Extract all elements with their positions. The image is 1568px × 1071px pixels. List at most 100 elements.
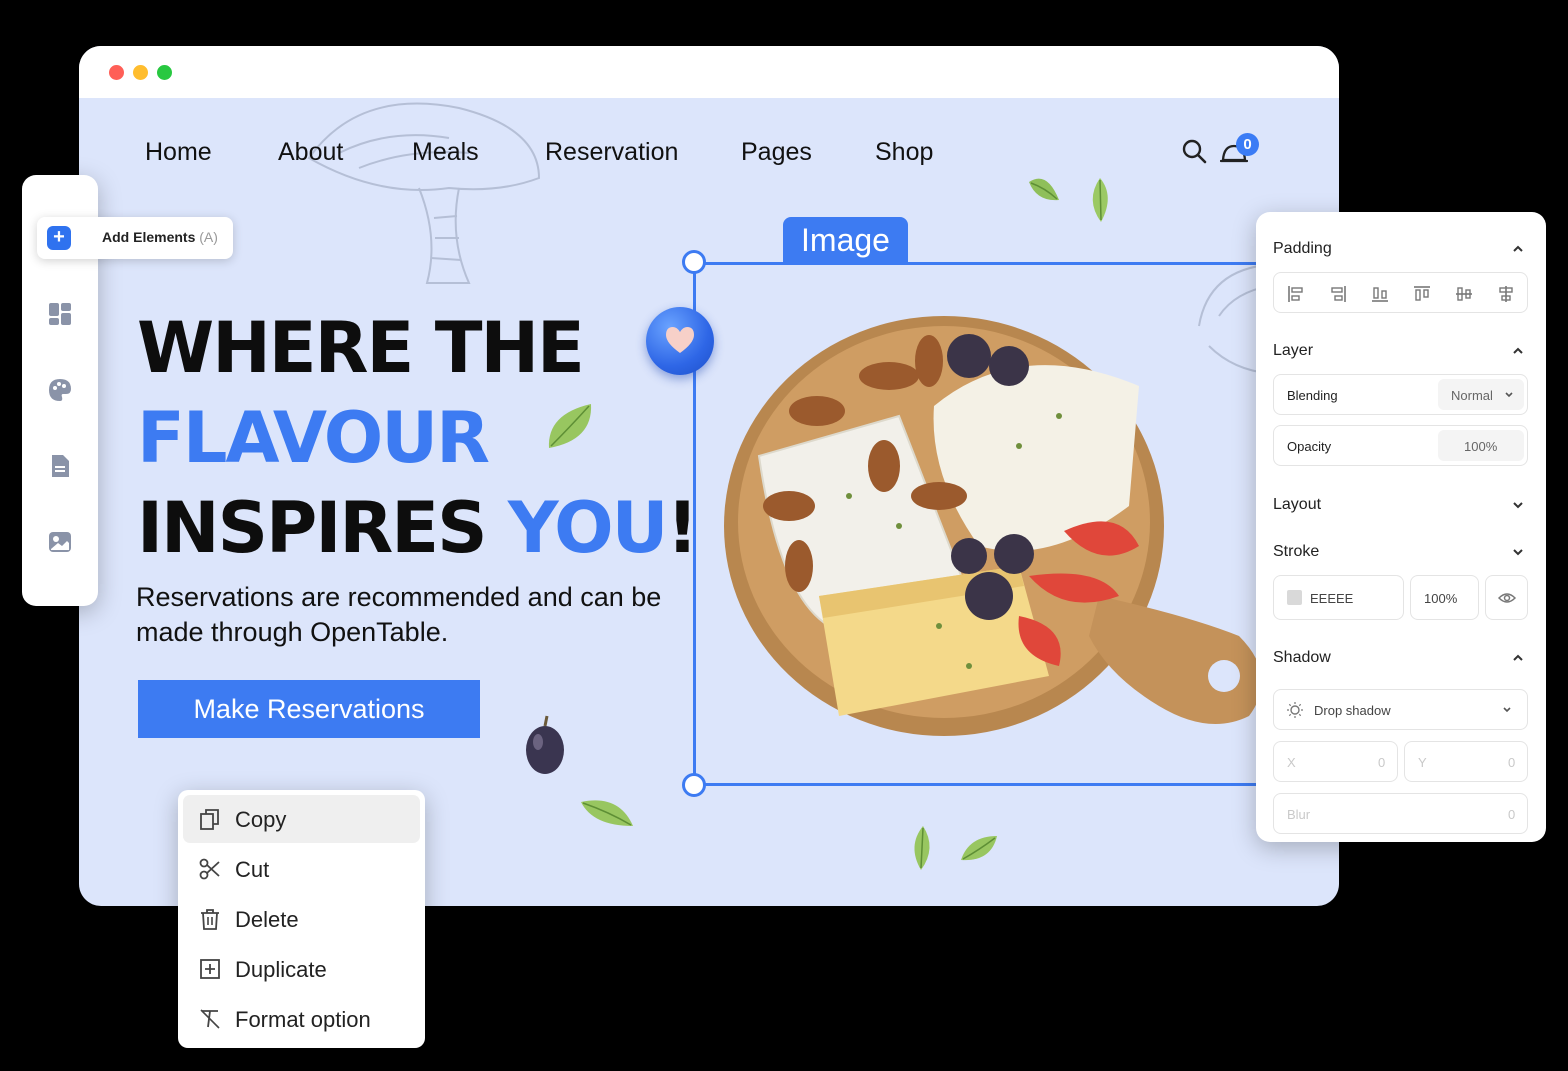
shadow-y-value: 0 xyxy=(1508,755,1516,770)
hero-heading-line-1: WHERE THE xyxy=(137,307,585,389)
blending-field[interactable]: Blending Normal xyxy=(1273,374,1528,415)
chevron-up-icon[interactable] xyxy=(1511,242,1525,256)
dashboard-icon[interactable] xyxy=(47,301,73,327)
alignment-toolbar xyxy=(1273,272,1528,313)
menu-item-delete[interactable]: Delete xyxy=(183,895,420,943)
title-bar xyxy=(79,46,1339,98)
close-window-button[interactable] xyxy=(109,65,124,80)
hero-heading-exclaim: ! xyxy=(666,487,698,569)
image-selection-frame xyxy=(693,262,1339,786)
add-elements-shortcut: (A) xyxy=(199,229,218,245)
align-right-icon[interactable] xyxy=(1329,285,1347,303)
selection-label: Image xyxy=(783,217,908,263)
search-icon[interactable] xyxy=(1181,138,1207,164)
resize-handle-top-left[interactable] xyxy=(682,250,706,274)
align-top-icon[interactable] xyxy=(1413,285,1431,303)
stroke-color-field[interactable]: EEEEE xyxy=(1273,575,1404,620)
menu-item-label: Copy xyxy=(235,807,287,832)
stroke-visibility-toggle[interactable] xyxy=(1485,575,1528,620)
shadow-x-value: 0 xyxy=(1378,755,1386,770)
document-icon[interactable] xyxy=(47,453,73,479)
leaf-decoration xyxy=(914,826,930,870)
scissors-icon xyxy=(199,858,220,880)
hero-heading-line-2: FLAVOUR xyxy=(137,397,490,479)
add-elements-label: Add Elements xyxy=(102,229,196,245)
stroke-color-swatch[interactable] xyxy=(1287,590,1302,605)
maximize-window-button[interactable] xyxy=(157,65,172,80)
layer-section-title: Layer xyxy=(1273,342,1314,359)
align-horizontal-center-icon[interactable] xyxy=(1497,285,1515,303)
context-menu: Copy Cut Delete Duplicate Format option xyxy=(178,790,425,1048)
nav-home[interactable]: Home xyxy=(145,138,212,166)
hero-heading-line-3: INSPIRES YOU! xyxy=(137,487,698,569)
padding-section-title: Padding xyxy=(1273,240,1332,257)
shadow-y-label: Y xyxy=(1418,755,1427,770)
cart-count-badge: 0 xyxy=(1236,133,1259,156)
opacity-field[interactable]: Opacity 100% xyxy=(1273,425,1528,466)
shadow-x-label: X xyxy=(1287,755,1296,770)
copy-icon xyxy=(200,809,219,830)
mushroom-sketch-decoration xyxy=(307,102,541,284)
chevron-down-icon[interactable] xyxy=(1511,545,1525,559)
menu-item-copy[interactable]: Copy xyxy=(183,795,420,843)
align-vertical-center-icon[interactable] xyxy=(1455,285,1473,303)
stroke-opacity-field[interactable]: 100% xyxy=(1410,575,1479,620)
menu-item-cut[interactable]: Cut xyxy=(183,845,420,893)
heart-icon xyxy=(666,327,694,353)
menu-item-label: Format option xyxy=(235,1007,371,1032)
make-reservations-button[interactable]: Make Reservations xyxy=(138,680,480,738)
shadow-section-title: Shadow xyxy=(1273,649,1331,666)
grape-decoration xyxy=(526,715,564,774)
hero-heading-you: YOU xyxy=(507,487,669,569)
stroke-color-value: EEEEE xyxy=(1310,591,1354,606)
blending-label: Blending xyxy=(1287,388,1338,403)
add-icon: + xyxy=(47,226,71,250)
nav-shop[interactable]: Shop xyxy=(875,138,933,166)
shadow-y-field[interactable]: Y 0 xyxy=(1404,741,1528,782)
opacity-input[interactable]: 100% xyxy=(1438,430,1524,461)
leaf-decoration xyxy=(1092,178,1108,222)
browser-window: Home About Meals Reservation Pages Shop … xyxy=(79,46,1339,906)
leaf-decoration xyxy=(581,800,633,826)
shadow-blur-field[interactable]: Blur 0 xyxy=(1273,793,1528,834)
chevron-up-icon[interactable] xyxy=(1511,651,1525,665)
eye-icon xyxy=(1498,593,1516,603)
chevron-up-icon[interactable] xyxy=(1511,344,1525,358)
add-elements-button[interactable]: + Add Elements (A) xyxy=(37,217,233,259)
chevron-down-icon[interactable] xyxy=(1511,498,1525,512)
palette-icon[interactable] xyxy=(47,377,73,403)
shadow-type-select[interactable]: Drop shadow xyxy=(1273,689,1528,730)
minimize-window-button[interactable] xyxy=(133,65,148,80)
image-icon[interactable] xyxy=(47,529,73,555)
resize-handle-bottom-left[interactable] xyxy=(682,773,706,797)
hero-heading-inspires: INSPIRES xyxy=(137,487,508,569)
align-left-icon[interactable] xyxy=(1287,285,1305,303)
leaf-decoration xyxy=(961,836,997,861)
nav-meals[interactable]: Meals xyxy=(412,138,479,166)
blending-select[interactable]: Normal xyxy=(1438,379,1524,410)
menu-item-label: Cut xyxy=(235,857,270,882)
align-bottom-icon[interactable] xyxy=(1371,285,1389,303)
nav-about[interactable]: About xyxy=(278,138,343,166)
leaf-decoration xyxy=(548,404,592,448)
shadow-blur-label: Blur xyxy=(1287,807,1311,822)
shadow-x-field[interactable]: X 0 xyxy=(1273,741,1398,782)
like-badge[interactable] xyxy=(646,307,714,375)
sun-icon xyxy=(1287,702,1303,718)
trash-icon xyxy=(201,909,219,930)
blending-value: Normal xyxy=(1451,388,1493,403)
leaf-decoration xyxy=(1029,178,1059,201)
menu-item-label: Duplicate xyxy=(235,957,327,982)
menu-item-duplicate[interactable]: Duplicate xyxy=(183,945,420,993)
opacity-label: Opacity xyxy=(1287,439,1332,454)
nav-pages[interactable]: Pages xyxy=(741,138,812,166)
shadow-type-value: Drop shadow xyxy=(1314,703,1391,718)
layout-section-title: Layout xyxy=(1273,496,1322,513)
nav-reservation[interactable]: Reservation xyxy=(545,138,678,166)
properties-panel: Padding Layer Blending Normal Opacity 10… xyxy=(1256,212,1546,842)
plus-square-icon xyxy=(200,959,220,979)
menu-item-format-option[interactable]: Format option xyxy=(183,995,420,1043)
clear-format-icon xyxy=(200,1009,220,1029)
hero-subtitle: Reservations are recommended and can be … xyxy=(136,582,662,647)
chevron-down-icon xyxy=(1505,392,1513,398)
